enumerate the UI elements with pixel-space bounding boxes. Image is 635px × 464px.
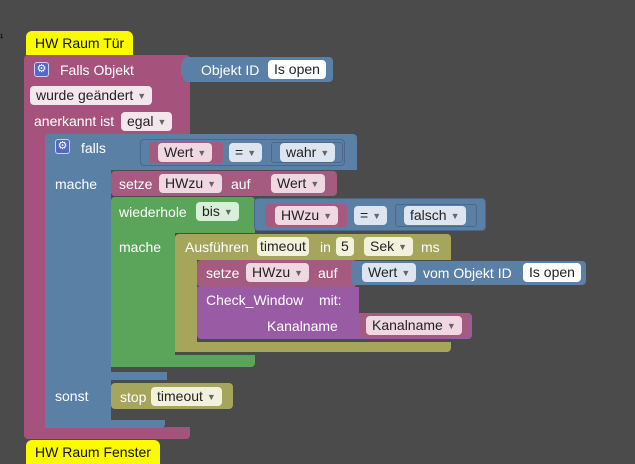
repeat-op-value: = xyxy=(360,207,369,223)
stop-label: stop xyxy=(120,389,147,405)
set1-auf-label: auf xyxy=(231,176,251,192)
cond-val-value: wahr xyxy=(286,144,317,160)
comment-hw-raum-fenster[interactable]: HW Raum Fenster xyxy=(26,440,160,464)
set2-var-value: HWzu xyxy=(252,264,291,280)
set2-auf-label: auf xyxy=(318,265,338,281)
set2-label: setze xyxy=(206,265,240,281)
chevron-down-icon: ▼ xyxy=(137,91,147,101)
set2-value-dropdown[interactable]: Wert ▼ xyxy=(362,263,417,282)
repeat-op-dropdown[interactable]: = ▼ xyxy=(354,206,388,225)
chevron-down-icon: ▼ xyxy=(446,321,456,331)
chevron-down-icon: ▼ xyxy=(372,211,382,221)
stray-marker: ¹ xyxy=(0,33,4,44)
timeout-unit-value: Sek xyxy=(370,238,395,254)
set1-var-value: HWzu xyxy=(165,175,204,191)
cond-val-dropdown[interactable]: wahr ▼ xyxy=(280,143,336,162)
stop-name-dropdown[interactable]: timeout ▼ xyxy=(151,387,222,406)
gear-icon[interactable]: ⚙ xyxy=(55,139,70,154)
cond-var-value: Wert xyxy=(164,144,194,160)
call-param-value: Kanalname xyxy=(372,317,443,333)
set2-object-field[interactable]: Is open xyxy=(523,263,581,282)
repeat-var-value: HWzu xyxy=(281,207,320,223)
chevron-down-icon: ▼ xyxy=(223,207,233,217)
repeat-do-label: mache xyxy=(119,239,162,255)
gear-icon[interactable]: ⚙ xyxy=(34,62,49,77)
chevron-down-icon: ▼ xyxy=(294,268,304,278)
call-with-label: mit: xyxy=(319,292,342,308)
changed-value: wurde geändert xyxy=(36,87,134,103)
chevron-down-icon: ▼ xyxy=(206,392,216,402)
chevron-down-icon: ▼ xyxy=(450,211,460,221)
chevron-down-icon: ▼ xyxy=(401,268,411,278)
repeat-var-dropdown[interactable]: HWzu ▼ xyxy=(275,206,339,225)
set2-from-label: vom Objekt ID xyxy=(423,265,512,281)
repeat-val-value: falsch xyxy=(410,207,447,223)
object-id-field[interactable]: Is open xyxy=(268,60,326,79)
ack-label: anerkannt ist xyxy=(34,113,115,129)
chevron-down-icon: ▼ xyxy=(398,242,408,252)
object-id-label: Objekt ID xyxy=(201,62,260,78)
chevron-down-icon: ▼ xyxy=(197,148,207,158)
else-label: sonst xyxy=(55,388,89,404)
timeout-in-label: in xyxy=(320,239,331,255)
changed-dropdown[interactable]: wurde geändert ▼ xyxy=(30,86,153,105)
timeout-name-field[interactable]: timeout xyxy=(257,237,309,256)
repeat-mode-dropdown[interactable]: bis ▼ xyxy=(196,202,239,221)
timeout-amount-field[interactable]: 5 xyxy=(336,237,354,256)
chevron-down-icon: ▼ xyxy=(323,211,333,221)
chevron-down-icon: ▼ xyxy=(310,179,320,189)
repeat-val-dropdown[interactable]: falsch ▼ xyxy=(404,206,466,225)
repeat-mode-value: bis xyxy=(202,203,220,219)
chevron-down-icon: ▼ xyxy=(320,148,330,158)
chevron-down-icon: ▼ xyxy=(247,148,257,158)
set1-value-dropdown[interactable]: Wert ▼ xyxy=(271,174,326,193)
trigger-label: Falls Objekt xyxy=(60,62,134,78)
cond-op-value: = xyxy=(235,144,244,160)
ack-value: egal xyxy=(127,113,154,129)
set2-var-dropdown[interactable]: HWzu ▼ xyxy=(246,263,310,282)
set1-var-dropdown[interactable]: HWzu ▼ xyxy=(159,174,223,193)
set2-value: Wert xyxy=(368,264,398,280)
timeout-unit-dropdown[interactable]: Sek ▼ xyxy=(364,237,414,256)
set1-label: setze xyxy=(119,176,153,192)
cond-var-dropdown[interactable]: Wert ▼ xyxy=(158,143,213,162)
set1-value: Wert xyxy=(277,175,307,191)
call-name: Check_Window xyxy=(206,292,304,308)
repeat-label: wiederhole xyxy=(119,204,187,220)
cond-op-dropdown[interactable]: = ▼ xyxy=(229,143,263,162)
ack-dropdown[interactable]: egal ▼ xyxy=(121,112,173,131)
call-param-dropdown[interactable]: Kanalname ▼ xyxy=(366,316,462,335)
else-divider xyxy=(111,372,167,380)
call-param-label: Kanalname xyxy=(267,318,338,334)
timeout-ms-label: ms xyxy=(421,239,440,255)
then-label: mache xyxy=(55,176,98,192)
stop-name-value: timeout xyxy=(157,388,203,404)
comment-hw-raum-tuer[interactable]: HW Raum Tür xyxy=(26,31,134,55)
timeout-label: Ausführen xyxy=(185,239,249,255)
chevron-down-icon: ▼ xyxy=(157,117,167,127)
input-connector xyxy=(181,62,189,76)
if-label: falls xyxy=(81,140,106,156)
chevron-down-icon: ▼ xyxy=(207,179,217,189)
